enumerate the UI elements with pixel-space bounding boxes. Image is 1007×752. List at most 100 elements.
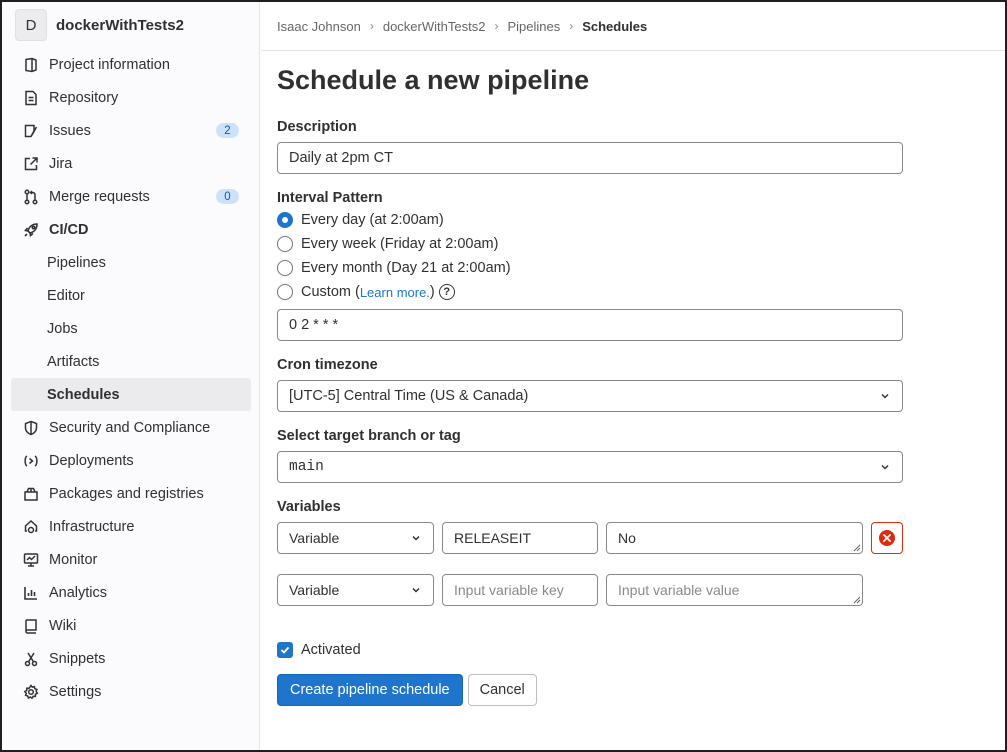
sidebar-item-snippets[interactable]: Snippets (2, 642, 259, 675)
radio-unchecked[interactable] (277, 236, 293, 252)
book-icon (22, 617, 40, 635)
doc-icon (22, 89, 40, 107)
radio-label: Every month (Day 21 at 2:00am) (301, 260, 511, 276)
interval-pattern-group: Every day (at 2:00am) Every week (Friday… (277, 208, 1005, 304)
radio-unchecked[interactable] (277, 260, 293, 276)
interval-option-daily[interactable]: Every day (at 2:00am) (277, 208, 1005, 232)
sidebar-item-analytics[interactable]: Analytics (2, 576, 259, 609)
sidebar-item-label: Analytics (49, 584, 108, 601)
project-name: dockerWithTests2 (56, 16, 184, 34)
variable-value-input[interactable]: No (606, 522, 863, 554)
sidebar-item-project-information[interactable]: Project information (2, 48, 259, 81)
shield-icon (22, 419, 40, 437)
variable-type-value: Variable (289, 530, 340, 546)
sidebar-item-schedules[interactable]: Schedules (11, 378, 251, 411)
radio-label: Custom ( (301, 284, 360, 300)
chevron-down-icon (881, 464, 889, 470)
check-icon (280, 646, 290, 654)
sidebar-item-monitor[interactable]: Monitor (2, 543, 259, 576)
question-icon[interactable]: ? (438, 284, 455, 300)
app-window: D dockerWithTests2 Project information R… (0, 0, 1007, 752)
cron-timezone-label: Cron timezone (277, 357, 378, 373)
breadcrumb-item[interactable]: Pipelines (507, 19, 560, 34)
resize-handle-icon[interactable] (853, 596, 861, 604)
chevron-right-icon: › (494, 19, 499, 33)
deployments-icon (22, 452, 40, 470)
radio-label: Every week (Friday at 2:00am) (301, 236, 499, 252)
target-branch-select[interactable]: main (277, 451, 903, 483)
cron-timezone-select[interactable]: [UTC-5] Central Time (US & Canada) (277, 380, 903, 412)
variable-row: Variable RELEASEIT No (277, 522, 1005, 554)
interval-option-monthly[interactable]: Every month (Day 21 at 2:00am) (277, 256, 1005, 280)
remove-variable-button[interactable] (871, 522, 903, 554)
sidebar-item-ci-cd[interactable]: CI/CD (2, 213, 259, 246)
chart-icon (22, 584, 40, 602)
chevron-right-icon: › (369, 19, 374, 33)
sidebar-item-jobs[interactable]: Jobs (2, 312, 259, 345)
variable-key-input[interactable]: RELEASEIT (442, 522, 598, 554)
chevron-right-icon: › (569, 19, 574, 33)
breadcrumb-current[interactable]: Schedules (582, 19, 647, 34)
variable-value-input[interactable]: Input variable value (606, 574, 863, 606)
main-content: Isaac Johnson › dockerWithTests2 › Pipel… (261, 2, 1005, 750)
sidebar-item-label: Schedules (47, 386, 120, 403)
sidebar-item-pipelines[interactable]: Pipelines (2, 246, 259, 279)
chevron-down-icon (881, 393, 889, 399)
chevron-down-icon (412, 587, 420, 593)
sidebar-item-artifacts[interactable]: Artifacts (2, 345, 259, 378)
issues-count-badge: 2 (216, 123, 239, 138)
sidebar-item-label: Infrastructure (49, 518, 135, 535)
sidebar-item-jira[interactable]: Jira (2, 147, 259, 180)
create-pipeline-schedule-button[interactable]: Create pipeline schedule (277, 674, 463, 706)
activated-label: Activated (301, 642, 361, 658)
variable-value-text: No (618, 530, 636, 546)
target-branch-label: Select target branch or tag (277, 428, 461, 444)
variable-type-select[interactable]: Variable (277, 522, 434, 554)
sidebar-item-merge-requests[interactable]: Merge requests 0 (2, 180, 259, 213)
breadcrumb: Isaac Johnson › dockerWithTests2 › Pipel… (261, 2, 1005, 51)
variable-type-select[interactable]: Variable (277, 574, 434, 606)
variable-key-input[interactable]: Input variable key (442, 574, 598, 606)
radio-unchecked[interactable] (277, 284, 293, 300)
sidebar-item-deployments[interactable]: Deployments (2, 444, 259, 477)
new-variable-row: Variable Input variable key Input variab… (277, 574, 1005, 606)
resize-handle-icon[interactable] (853, 544, 861, 552)
package-icon (22, 485, 40, 503)
sidebar: D dockerWithTests2 Project information R… (2, 2, 260, 750)
radio-label-suffix: ) (429, 284, 435, 300)
sidebar-item-label: Pipelines (47, 254, 106, 271)
activated-checkbox-row[interactable]: Activated (277, 638, 1005, 662)
sidebar-item-settings[interactable]: Settings (2, 675, 259, 708)
page-title: Schedule a new pipeline (277, 65, 590, 95)
cron-timezone-value: [UTC-5] Central Time (US & Canada) (289, 388, 529, 404)
sidebar-item-label: Jobs (47, 320, 78, 337)
close-circle-icon (879, 530, 895, 546)
project-header[interactable]: D dockerWithTests2 (2, 2, 259, 48)
gear-icon (22, 683, 40, 701)
sidebar-item-label: Wiki (49, 617, 77, 634)
sidebar-item-label: Deployments (49, 452, 134, 469)
breadcrumb-item[interactable]: dockerWithTests2 (383, 19, 486, 34)
activated-checkbox[interactable] (277, 642, 293, 658)
issues-icon (22, 122, 40, 140)
sidebar-item-label: Jira (49, 155, 73, 172)
interval-option-weekly[interactable]: Every week (Friday at 2:00am) (277, 232, 1005, 256)
sidebar-item-label: Artifacts (47, 353, 100, 370)
description-input[interactable]: Daily at 2pm CT (277, 142, 903, 174)
sidebar-item-infrastructure[interactable]: Infrastructure (2, 510, 259, 543)
sidebar-item-security-and-compliance[interactable]: Security and Compliance (2, 411, 259, 444)
sidebar-item-repository[interactable]: Repository (2, 81, 259, 114)
interval-option-custom[interactable]: Custom (Learn more.) ? (277, 280, 1005, 304)
learn-more-link[interactable]: Learn more. (360, 285, 430, 300)
sidebar-item-wiki[interactable]: Wiki (2, 609, 259, 642)
sidebar-item-issues[interactable]: Issues 2 (2, 114, 259, 147)
sidebar-item-label: Snippets (49, 650, 106, 667)
sidebar-item-editor[interactable]: Editor (2, 279, 259, 312)
radio-checked[interactable] (277, 212, 293, 228)
sidebar-item-packages-and-registries[interactable]: Packages and registries (2, 477, 259, 510)
cron-pattern-input[interactable]: 0 2 * * * (277, 309, 903, 341)
cancel-button[interactable]: Cancel (467, 674, 537, 706)
external-link-icon (22, 155, 40, 173)
breadcrumb-item[interactable]: Isaac Johnson (277, 19, 361, 34)
sidebar-item-label: Monitor (49, 551, 98, 568)
